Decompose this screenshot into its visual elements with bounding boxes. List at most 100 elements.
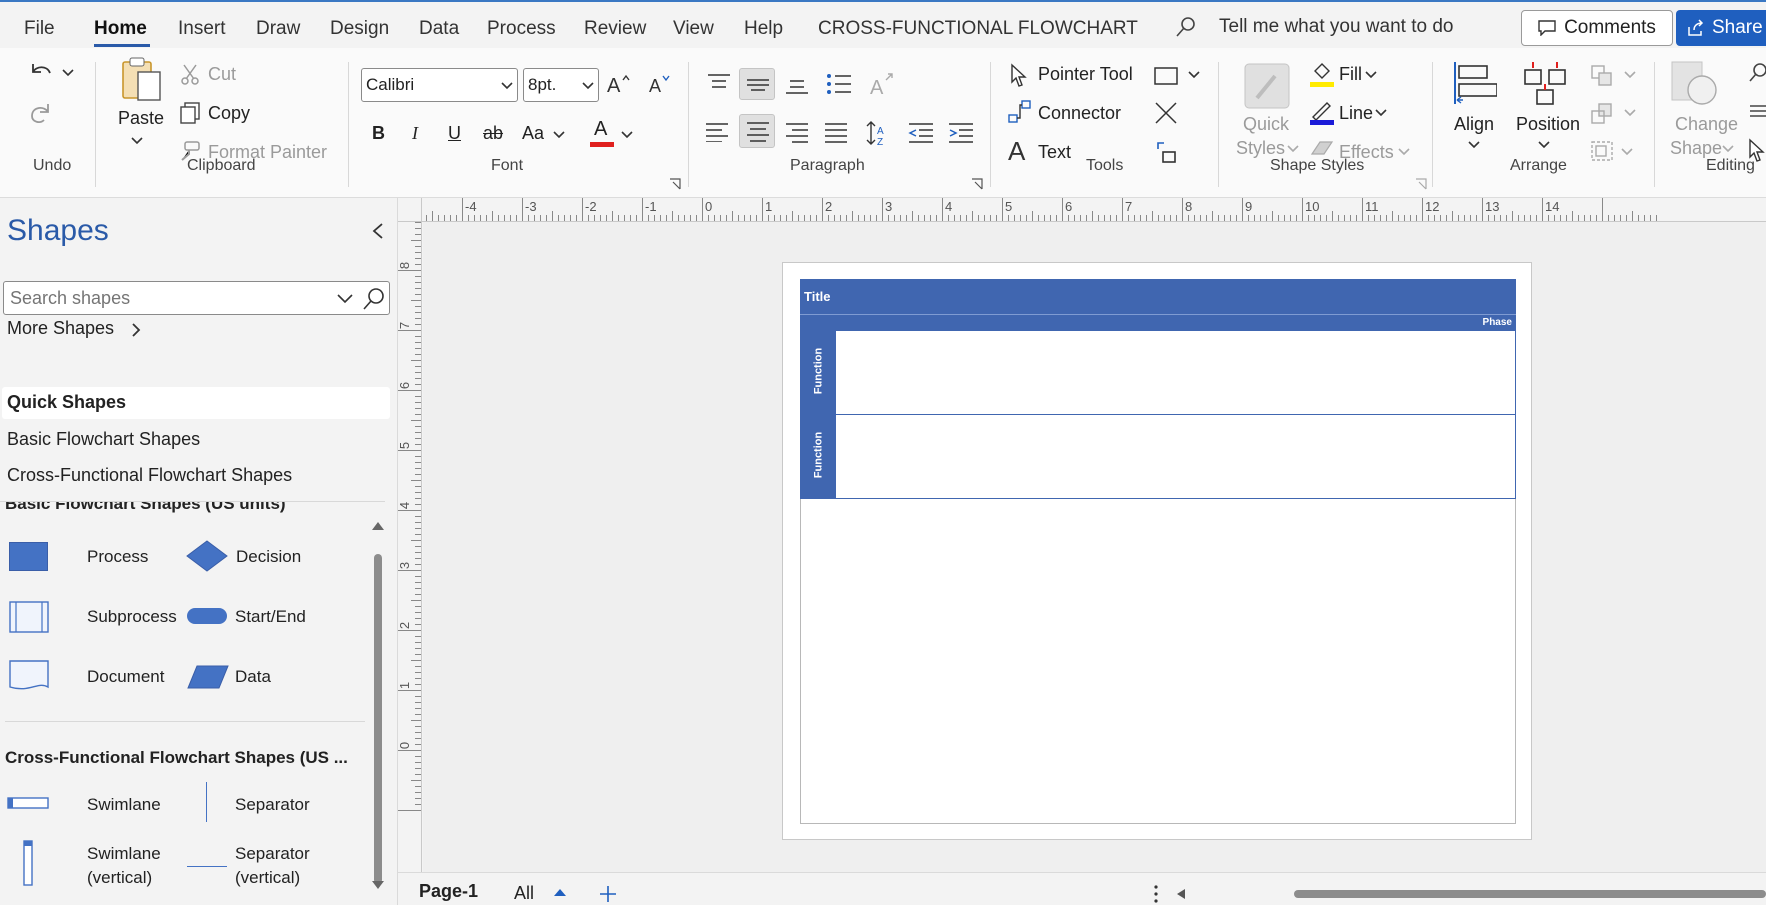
- chevron-down-icon[interactable]: [1188, 70, 1200, 80]
- change-shape-icon[interactable]: [1670, 60, 1718, 108]
- swimlane-vertical-shape-icon[interactable]: [22, 840, 34, 886]
- start-end-shape-icon[interactable]: [187, 608, 227, 624]
- tab-page-1[interactable]: Page-1: [419, 881, 478, 902]
- chevron-down-icon[interactable]: [1287, 144, 1299, 154]
- menu-review[interactable]: Review: [584, 18, 646, 40]
- flowchart-title-bar[interactable]: Title: [800, 279, 1516, 314]
- font-family-dropdown[interactable]: Calibri: [361, 68, 518, 102]
- font-color-button[interactable]: A: [590, 118, 614, 148]
- menu-home[interactable]: Home: [94, 18, 147, 40]
- strikethrough-button[interactable]: ab: [483, 123, 503, 144]
- align-button[interactable]: Align: [1454, 114, 1494, 135]
- position-button[interactable]: Position: [1516, 114, 1580, 135]
- dialog-launcher-icon[interactable]: [1415, 178, 1427, 190]
- italic-button[interactable]: I: [412, 123, 418, 144]
- chevron-down-icon[interactable]: [1621, 147, 1633, 157]
- caret-up-icon[interactable]: [553, 888, 567, 898]
- pointer-tool-button[interactable]: Pointer Tool: [1038, 64, 1133, 85]
- chevron-down-icon[interactable]: [1398, 147, 1410, 157]
- shape-separator[interactable]: Separator: [235, 793, 310, 817]
- shape-swimlane-vertical-2[interactable]: (vertical): [87, 866, 152, 890]
- undo-icon[interactable]: [27, 60, 55, 86]
- connection-point-icon[interactable]: [1154, 140, 1180, 166]
- dialog-launcher-icon[interactable]: [971, 178, 983, 190]
- chevron-down-icon[interactable]: [1624, 70, 1636, 80]
- bring-forward-icon[interactable]: [1590, 64, 1614, 86]
- chevron-down-icon[interactable]: [1722, 144, 1734, 154]
- chevron-down-icon[interactable]: [337, 293, 353, 305]
- line-tool-icon[interactable]: [1154, 101, 1178, 125]
- chevron-down-icon[interactable]: [1624, 108, 1636, 118]
- line-button[interactable]: [1310, 100, 1334, 126]
- menu-view[interactable]: View: [673, 18, 714, 40]
- collapse-pane-icon[interactable]: [371, 222, 385, 240]
- change-shape-label-1[interactable]: Change: [1675, 114, 1738, 135]
- add-page-icon[interactable]: [599, 885, 617, 903]
- rectangle-icon[interactable]: [1153, 66, 1179, 86]
- scroll-down-icon[interactable]: [370, 879, 386, 891]
- align-middle-button[interactable]: [739, 68, 775, 100]
- line-label[interactable]: Line: [1339, 103, 1373, 124]
- shape-document[interactable]: Document: [87, 665, 164, 689]
- decrease-font-icon[interactable]: A: [648, 72, 674, 96]
- decision-shape-icon[interactable]: [186, 540, 228, 572]
- text-direction-icon[interactable]: A: [870, 70, 896, 98]
- quick-styles-label-2[interactable]: Styles: [1236, 138, 1285, 159]
- undo-dropdown-icon[interactable]: [62, 68, 74, 78]
- quick-shapes-item[interactable]: Quick Shapes: [2, 387, 390, 419]
- font-size-dropdown[interactable]: 8pt.: [523, 68, 599, 102]
- layers-icon[interactable]: [1748, 100, 1766, 122]
- stencil-scrollbar[interactable]: [374, 554, 382, 884]
- shape-subprocess[interactable]: Subprocess: [87, 605, 177, 629]
- menu-data[interactable]: Data: [419, 18, 459, 40]
- subprocess-shape-icon[interactable]: [9, 601, 49, 633]
- menu-draw[interactable]: Draw: [256, 18, 300, 40]
- line-spacing-icon[interactable]: AZ: [866, 120, 892, 148]
- position-icon[interactable]: [1521, 60, 1569, 106]
- increase-font-icon[interactable]: A: [606, 72, 632, 96]
- scroll-up-icon[interactable]: [370, 520, 386, 532]
- send-backward-icon[interactable]: [1590, 102, 1614, 124]
- increase-indent-icon[interactable]: [948, 122, 974, 144]
- align-center-button[interactable]: [739, 114, 775, 148]
- scroll-left-icon[interactable]: [1176, 888, 1186, 900]
- chevron-down-icon[interactable]: [621, 130, 633, 140]
- data-shape-icon[interactable]: [187, 665, 229, 689]
- basic-flowchart-shapes-link[interactable]: Basic Flowchart Shapes: [7, 429, 200, 450]
- shape-swimlane[interactable]: Swimlane: [87, 793, 161, 817]
- align-left-icon[interactable]: [705, 122, 729, 142]
- separator-vertical-shape-icon[interactable]: [187, 866, 227, 867]
- menu-process[interactable]: Process: [487, 18, 556, 40]
- swimlane-1[interactable]: Function: [800, 330, 1516, 415]
- share-button[interactable]: Share: [1676, 10, 1766, 46]
- horizontal-scrollbar[interactable]: [1294, 890, 1766, 898]
- align-top-icon[interactable]: [707, 72, 731, 92]
- copy-icon[interactable]: [179, 102, 201, 124]
- chevron-down-icon[interactable]: [1538, 140, 1550, 150]
- dialog-launcher-icon[interactable]: [669, 178, 681, 190]
- align-shapes-icon[interactable]: [1453, 60, 1497, 106]
- shape-process[interactable]: Process: [87, 545, 148, 569]
- quick-styles-icon[interactable]: [1243, 62, 1291, 110]
- shape-separator-vertical-2[interactable]: (vertical): [235, 866, 300, 890]
- justify-icon[interactable]: [824, 122, 848, 144]
- cut-label[interactable]: Cut: [208, 64, 236, 85]
- paste-icon[interactable]: [118, 56, 166, 104]
- menu-insert[interactable]: Insert: [178, 18, 226, 40]
- shape-separator-vertical-1[interactable]: Separator: [235, 842, 310, 866]
- menu-design[interactable]: Design: [330, 18, 389, 40]
- fill-button[interactable]: [1310, 62, 1334, 88]
- shape-swimlane-vertical-1[interactable]: Swimlane: [87, 842, 161, 866]
- text-tool-button[interactable]: Text: [1038, 142, 1071, 163]
- chevron-down-icon[interactable]: [1468, 140, 1480, 150]
- phase-bar[interactable]: Phase: [800, 314, 1516, 330]
- swimlane-shape-icon[interactable]: [7, 796, 49, 810]
- comments-button[interactable]: Comments: [1521, 10, 1673, 46]
- fill-label[interactable]: Fill: [1339, 64, 1362, 85]
- more-options-icon[interactable]: [1153, 884, 1159, 904]
- pointer-icon[interactable]: [1010, 63, 1028, 87]
- menu-help[interactable]: Help: [744, 18, 783, 40]
- chevron-right-icon[interactable]: [130, 322, 142, 338]
- copy-label[interactable]: Copy: [208, 103, 250, 124]
- shape-start-end[interactable]: Start/End: [235, 605, 306, 629]
